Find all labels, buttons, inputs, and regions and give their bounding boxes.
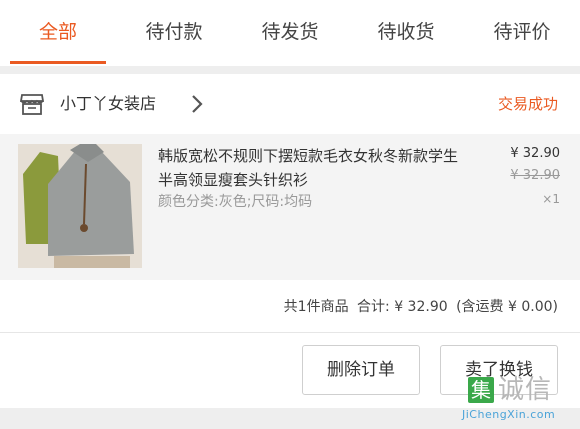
order-summary: 共1件商品 合计: ¥ 32.90 (含运费 ¥ 0.00) bbox=[0, 280, 580, 333]
tab-all[interactable]: 全部 bbox=[0, 0, 116, 66]
product-quantity: ×1 bbox=[542, 192, 560, 206]
order-tabs: 全部 待付款 待发货 待收货 待评价 bbox=[0, 0, 580, 66]
watermark-logo: 集 bbox=[468, 377, 494, 403]
store-icon bbox=[20, 94, 44, 115]
site-watermark: 集 诚信 JiChengXin.com bbox=[462, 375, 574, 425]
chevron-right-icon[interactable] bbox=[190, 94, 204, 114]
product-original-price: ¥ 32.90 bbox=[510, 168, 560, 183]
order-status: 交易成功 bbox=[497, 95, 558, 113]
tab-pending-review[interactable]: 待评价 bbox=[464, 0, 580, 66]
tab-pending-receipt[interactable]: 待收货 bbox=[348, 0, 464, 66]
order-total: 合计: ¥ 32.90 bbox=[357, 299, 448, 315]
product-price: ¥ 32.90 bbox=[510, 146, 560, 161]
product-item[interactable]: 韩版宽松不规则下摆短款毛衣女秋冬新款学生半高领显瘦套头针织衫 颜色分类:灰色;尺… bbox=[0, 134, 580, 280]
shipping-fee: (含运费 ¥ 0.00) bbox=[456, 299, 558, 315]
product-spec: 颜色分类:灰色;尺码:均码 bbox=[158, 194, 313, 210]
shop-header[interactable]: 小丁丫女装店 交易成功 bbox=[0, 74, 580, 134]
item-count: 共1件商品 bbox=[283, 299, 349, 315]
tab-pending-payment[interactable]: 待付款 bbox=[116, 0, 232, 66]
shop-name[interactable]: 小丁丫女装店 bbox=[60, 74, 156, 134]
tab-pending-shipment[interactable]: 待发货 bbox=[232, 0, 348, 66]
product-thumbnail[interactable] bbox=[18, 144, 142, 268]
watermark-url: JiChengXin.com bbox=[462, 408, 556, 421]
delete-order-button[interactable]: 删除订单 bbox=[302, 345, 420, 395]
watermark-text: 诚信 bbox=[498, 375, 553, 405]
product-name[interactable]: 韩版宽松不规则下摆短款毛衣女秋冬新款学生半高领显瘦套头针织衫 bbox=[158, 144, 458, 192]
